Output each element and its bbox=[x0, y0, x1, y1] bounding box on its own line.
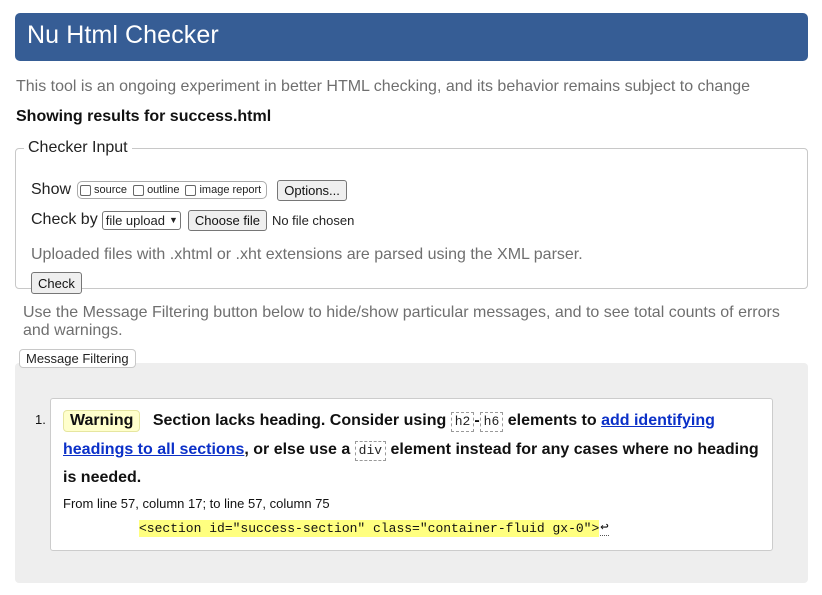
extract-highlight: <section id="success-section" class="con… bbox=[139, 520, 600, 537]
page-header: Nu Html Checker bbox=[15, 13, 808, 61]
checkbox-label-outline: outline bbox=[147, 184, 180, 196]
code-extract: <section id="success-section" class="con… bbox=[139, 520, 609, 537]
intro-text: This tool is an ongoing experiment in be… bbox=[16, 78, 751, 95]
message-number: 1. bbox=[35, 412, 46, 427]
options-button[interactable]: Options... bbox=[277, 179, 347, 201]
message-text-part-2: elements to bbox=[507, 412, 597, 429]
message-location: From line 57, column 17; to line 57, col… bbox=[63, 496, 330, 511]
show-row: Show source outline image report Options… bbox=[31, 179, 347, 201]
checkbox-box[interactable] bbox=[133, 184, 145, 196]
checkbox-box[interactable] bbox=[185, 184, 197, 196]
message-text-part-3: , or else use a bbox=[244, 440, 351, 458]
checker-input-fieldset: Checker Input Show source outline image … bbox=[15, 139, 808, 294]
return-icon: ↩ bbox=[600, 520, 609, 536]
check-by-select[interactable]: file upload ▼ bbox=[101, 210, 181, 230]
checkbox-label-image-report: image report bbox=[199, 184, 262, 196]
checkbox-label-source: source bbox=[94, 184, 128, 196]
page-title: Nu Html Checker bbox=[27, 21, 219, 49]
check-by-label: Check by bbox=[31, 211, 98, 228]
checker-input-legend: Checker Input bbox=[28, 139, 128, 156]
check-by-value: file upload bbox=[105, 212, 165, 228]
no-file-chosen-text: No file chosen bbox=[271, 212, 355, 228]
filter-note: Use the Message Filtering button below t… bbox=[23, 304, 780, 339]
message-text-part-1: Section lacks heading. Consider using bbox=[152, 412, 447, 429]
warning-badge: Warning bbox=[63, 410, 141, 432]
show-options-group: source outline image report bbox=[77, 181, 268, 199]
results-for-heading: Showing results for success.html bbox=[16, 108, 272, 125]
code-h6: h6 bbox=[479, 412, 504, 432]
checkbox-box[interactable] bbox=[80, 184, 92, 196]
outline-checkbox[interactable]: outline bbox=[133, 184, 179, 196]
chevron-down-icon: ▼ bbox=[168, 215, 178, 225]
code-h2: h2 bbox=[450, 412, 475, 432]
message-text: Warning Section lacks heading. Consider … bbox=[63, 407, 768, 493]
check-by-row: Check by file upload ▼ Choose file No fi… bbox=[31, 209, 354, 231]
source-checkbox[interactable]: source bbox=[80, 184, 127, 196]
choose-file-button[interactable]: Choose file bbox=[187, 209, 267, 231]
check-button[interactable]: Check bbox=[31, 272, 82, 294]
image-report-checkbox[interactable]: image report bbox=[185, 184, 261, 196]
show-label: Show bbox=[31, 181, 72, 198]
message-item: Warning Section lacks heading. Consider … bbox=[50, 398, 773, 551]
message-filtering-button[interactable]: Message Filtering bbox=[19, 349, 136, 368]
code-div: div bbox=[354, 440, 387, 461]
xml-parser-note: Uploaded files with .xhtml or .xht exten… bbox=[31, 246, 583, 263]
